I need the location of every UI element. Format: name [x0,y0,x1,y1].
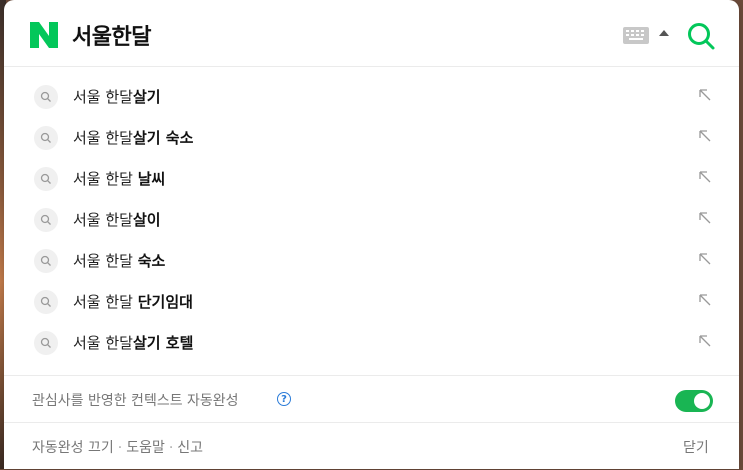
arrow-up-left-icon[interactable] [698,211,712,225]
search-icon[interactable] [686,21,716,51]
context-autocomplete-label: 관심사를 반영한 컨텍스트 자동완성 [32,393,239,409]
suggestion-text: 서울 한달살기 숙소 [73,129,194,147]
suggestion-text: 서울 한달살기 호텔 [73,334,194,352]
suggestion-item[interactable]: 서울 한달살기 숙소 [4,117,739,158]
suggestion-text: 서울 한달살기 [73,88,161,106]
magnifier-icon [34,126,58,150]
magnifier-icon [34,249,58,273]
magnifier-icon [34,331,58,355]
arrow-up-left-icon[interactable] [698,170,712,184]
toggle-knob [694,393,710,409]
magnifier-icon [34,85,58,109]
footer-separator: · [117,440,123,456]
search-bar: 서울한달 [4,0,739,67]
keyboard-icon[interactable] [623,27,649,44]
report-link[interactable]: 신고 [177,440,203,456]
arrow-up-left-icon[interactable] [698,88,712,102]
suggestion-text: 서울 한달 단기임대 [73,293,193,311]
context-autocomplete-row: 관심사를 반영한 컨텍스트 자동완성 ? [4,375,739,423]
arrow-up-left-icon[interactable] [698,129,712,143]
footer-separator: · [168,440,174,456]
autocomplete-off-link[interactable]: 자동완성 끄기 [32,440,114,456]
arrow-up-left-icon[interactable] [698,252,712,266]
context-autocomplete-toggle[interactable] [675,390,713,412]
footer-links: 자동완성 끄기 · 도움말 · 신고 [32,437,203,457]
search-input[interactable]: 서울한달 [72,19,151,51]
autocomplete-panel: 서울한달 서울 한달살기 서울 한달살기 숙소 서울 한달 날씨 서울 한달살이… [4,0,739,469]
arrow-up-left-icon[interactable] [698,293,712,307]
suggestion-text: 서울 한달 날씨 [73,170,166,188]
suggestion-item[interactable]: 서울 한달살이 [4,199,739,240]
magnifier-icon [34,208,58,232]
close-button[interactable]: 닫기 [683,437,709,457]
suggestion-text: 서울 한달살이 [73,211,161,229]
caret-up-icon[interactable] [659,30,669,36]
suggestion-text: 서울 한달 숙소 [73,252,166,270]
autocomplete-footer: 자동완성 끄기 · 도움말 · 신고 닫기 [4,422,739,470]
help-link[interactable]: 도움말 [126,440,165,456]
magnifier-icon [34,167,58,191]
arrow-up-left-icon[interactable] [698,334,712,348]
suggestion-item[interactable]: 서울 한달 날씨 [4,158,739,199]
suggestion-item[interactable]: 서울 한달살기 호텔 [4,322,739,363]
suggestion-item[interactable]: 서울 한달 숙소 [4,240,739,281]
suggestion-item[interactable]: 서울 한달살기 [4,76,739,117]
magnifier-icon [34,290,58,314]
question-circle-icon[interactable]: ? [277,392,291,406]
suggestion-item[interactable]: 서울 한달 단기임대 [4,281,739,322]
naver-logo-icon[interactable] [30,22,58,48]
